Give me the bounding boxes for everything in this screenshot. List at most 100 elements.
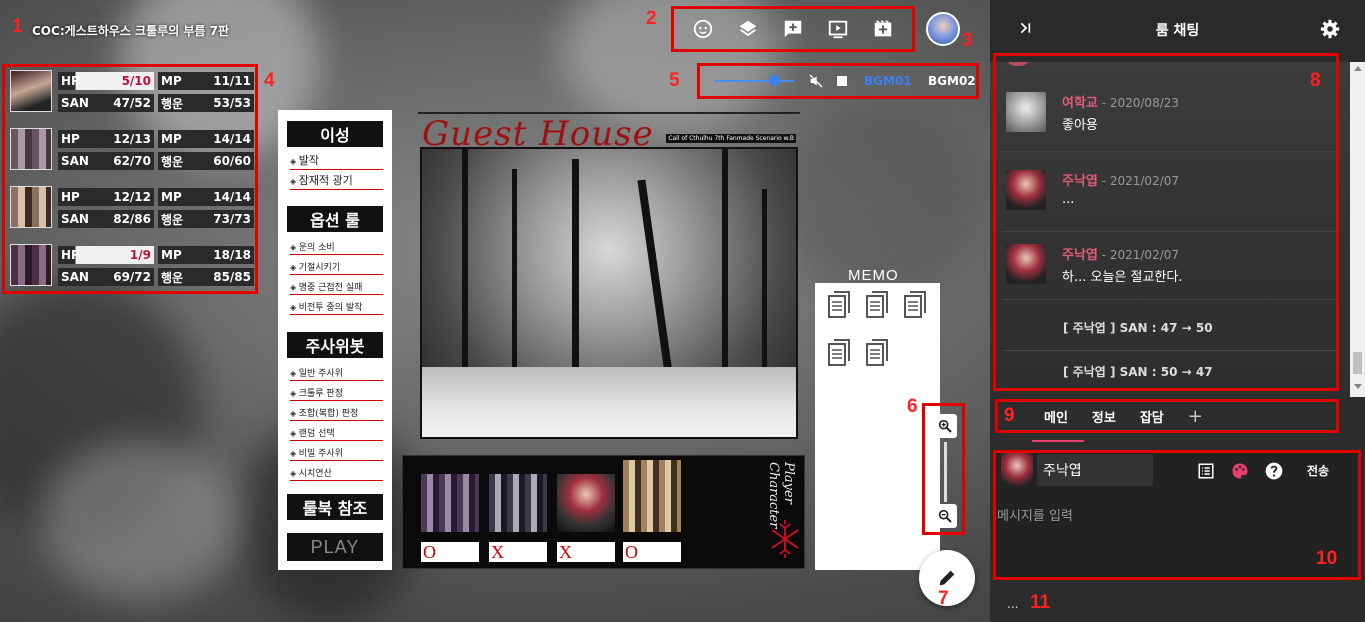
rulebook-button[interactable]: 룰북 참조: [287, 494, 383, 520]
volume-slider-track[interactable]: [714, 80, 794, 82]
stat-row: HP 5/10 MP 11/11 SAN 47/52 행운 53/53: [8, 70, 258, 116]
rules-menu-panel: 이성 발작 잠재적 광기 옵션 룰 운의 소비 기절시키기 명중 근접전 실패 …: [278, 110, 392, 570]
pc-portrait[interactable]: [421, 474, 479, 532]
volume-slider-knob[interactable]: [769, 75, 780, 86]
annotation-4: 4: [264, 70, 275, 91]
play-video-icon[interactable]: [825, 16, 851, 42]
annotation-5: 5: [669, 70, 680, 91]
active-tab-indicator: [1032, 440, 1084, 442]
mp-label: MP: [161, 248, 182, 262]
user-avatar[interactable]: [926, 12, 960, 46]
memo-note-icon[interactable]: [865, 291, 891, 321]
typing-status: ...: [1007, 597, 1019, 611]
scene-image[interactable]: [420, 147, 798, 439]
hp-value: 1/9: [129, 248, 151, 262]
menu-item[interactable]: 비밀 주사위: [290, 446, 383, 461]
memo-note-icon[interactable]: [865, 339, 891, 369]
memo-note-icon[interactable]: [903, 291, 929, 321]
menu-item[interactable]: 기절시키기: [290, 260, 383, 275]
annotation-11: 11: [1030, 592, 1051, 613]
character-portrait[interactable]: [10, 186, 52, 228]
mp-label: MP: [161, 74, 182, 88]
mute-icon[interactable]: [808, 73, 824, 93]
annotation-2: 2: [646, 8, 657, 29]
chat-scrollbar[interactable]: [1350, 62, 1365, 397]
pc-mark: X: [557, 542, 615, 562]
menu-item[interactable]: 조합(복합) 판정: [290, 406, 383, 421]
memo-note-icon[interactable]: [827, 339, 853, 369]
tab-info[interactable]: 정보: [1092, 407, 1116, 426]
menu-item[interactable]: 시치연산: [290, 466, 383, 481]
san-value: 47/52: [113, 96, 151, 110]
composer-highlight: [993, 450, 1361, 580]
hp-label: HP: [61, 74, 80, 88]
mp-label: MP: [161, 190, 182, 204]
hp-value: 5/10: [121, 74, 151, 88]
snowflake-icon: [768, 516, 802, 566]
mp-value: 14/14: [213, 190, 251, 204]
add-tab-button[interactable]: +: [1188, 406, 1203, 427]
hp-label: HP: [61, 190, 80, 204]
san-value: 69/72: [113, 270, 151, 284]
character-portrait[interactable]: [10, 244, 52, 286]
face-icon[interactable]: [690, 16, 716, 42]
stat-row: HP 12/12 MP 14/14 SAN 82/86 행운 73/73: [8, 186, 258, 232]
menu-item[interactable]: 크툴루 판정: [290, 386, 383, 401]
chat-title: 룸 채팅: [1155, 23, 1200, 39]
mp-value: 14/14: [213, 132, 251, 146]
bgm-bar: BGM01 BGM02: [700, 65, 978, 97]
pc-mark: X: [489, 542, 547, 562]
scene-subtitle: Call of Cthulhu 7th Fanmade Scenario w.B: [666, 134, 796, 143]
hp-label: HP: [61, 248, 80, 262]
san-label: SAN: [61, 96, 89, 110]
menu-heading-dicebot: 주사위봇: [287, 332, 383, 358]
chat-log-highlight: [993, 53, 1339, 391]
menu-item[interactable]: 운의 소비: [290, 240, 383, 255]
menu-item[interactable]: 명중 근접전 실패: [290, 280, 383, 295]
san-label: SAN: [61, 154, 89, 168]
annotation-7: 7: [938, 588, 949, 609]
menu-item[interactable]: 잠재적 광기: [290, 172, 383, 190]
zoom-out-button[interactable]: [933, 504, 957, 528]
stats-panel: HP 5/10 MP 11/11 SAN 47/52 행운 53/53 HP 12/13 …: [4, 66, 258, 292]
pc-portrait[interactable]: [623, 460, 681, 532]
stat-row: HP 1/9 MP 18/18 SAN 69/72 행운 85/85: [8, 244, 258, 290]
annotation-10: 10: [1316, 548, 1338, 569]
annotation-8: 8: [1310, 70, 1321, 91]
menu-heading-options: 옵션 룰: [287, 206, 383, 232]
menu-item[interactable]: 발작: [290, 152, 383, 170]
pc-portrait[interactable]: [489, 474, 547, 532]
bgm-track-1[interactable]: BGM01: [864, 74, 912, 88]
san-value: 62/70: [113, 154, 151, 168]
menu-heading-sanity: 이성: [287, 121, 383, 147]
pc-mark: O: [421, 542, 479, 562]
menu-item[interactable]: 일반 주사위: [290, 366, 383, 381]
tab-main[interactable]: 메인: [1044, 407, 1068, 426]
stop-icon[interactable]: [837, 76, 847, 86]
add-movie-icon[interactable]: [870, 16, 896, 42]
pc-portrait[interactable]: [557, 474, 615, 532]
settings-gear-icon[interactable]: [1319, 18, 1341, 44]
layers-icon[interactable]: [735, 16, 761, 42]
luck-label: 행운: [161, 270, 184, 285]
memo-note-icon[interactable]: [827, 291, 853, 321]
scroll-up-icon[interactable]: [1354, 66, 1362, 71]
add-comment-icon[interactable]: [780, 16, 806, 42]
mp-value: 18/18: [213, 248, 251, 262]
zoom-in-button[interactable]: [933, 414, 957, 438]
san-value: 82/86: [113, 212, 151, 226]
tab-chat[interactable]: 잡담: [1140, 407, 1164, 426]
menu-item[interactable]: 비전투 중의 발작: [290, 300, 383, 315]
bgm-track-2[interactable]: BGM02: [928, 74, 976, 88]
luck-value: 60/60: [213, 154, 251, 168]
room-title: COC:게스트하우스 크툴루의 부름 7판: [32, 24, 230, 38]
scroll-down-icon[interactable]: [1354, 384, 1362, 389]
menu-item[interactable]: 랜덤 선택: [290, 426, 383, 441]
character-portrait[interactable]: [10, 128, 52, 170]
play-button[interactable]: PLAY: [287, 533, 383, 561]
character-portrait[interactable]: [10, 70, 52, 112]
scroll-thumb[interactable]: [1353, 352, 1362, 374]
hp-value: 12/12: [113, 190, 151, 204]
zoom-slider-track[interactable]: [944, 442, 947, 502]
hp-value: 12/13: [113, 132, 151, 146]
